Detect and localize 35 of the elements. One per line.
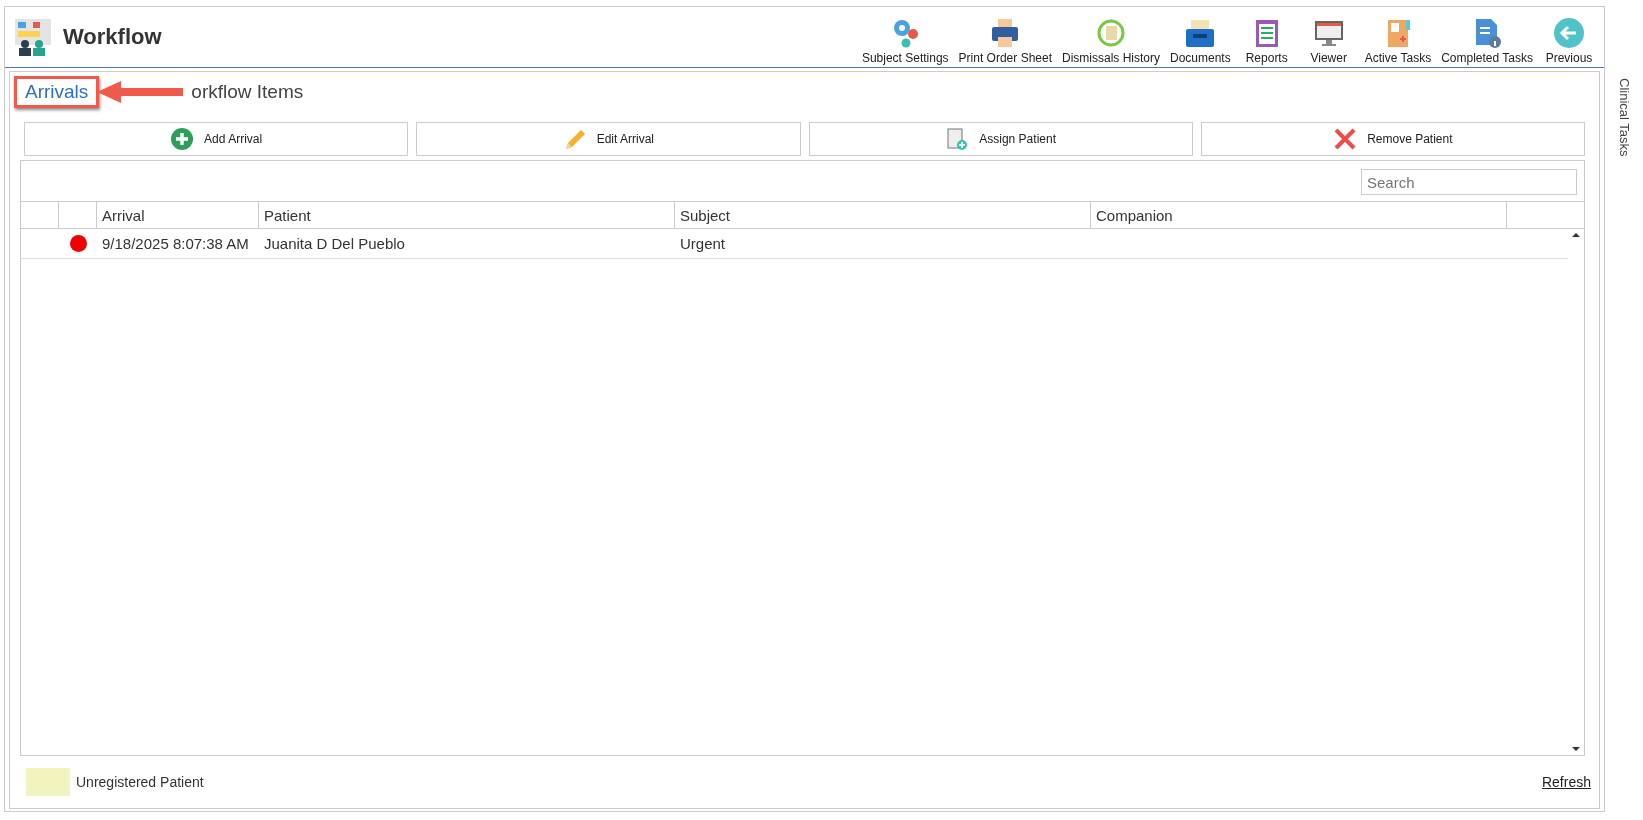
action-button[interactable]: Add Arrival [24,122,409,156]
tab[interactable]: orkflow Items [183,79,312,105]
table-cell: Urgent [680,235,726,252]
column-header[interactable]: Patient [259,202,675,228]
column-header[interactable]: Subject [675,202,1091,228]
toolbar-button[interactable]: Active Tasks [1361,15,1435,67]
column-header[interactable]: Arrival [97,202,259,228]
toolbar-button[interactable]: Subject Settings [858,15,952,67]
clipboard-plus-icon [945,127,970,151]
toolbar-button[interactable]: Reports [1237,15,1296,67]
scroll-down-icon[interactable] [1572,747,1580,751]
workflow-icon [13,17,53,57]
toolbar-button[interactable]: Viewer [1299,15,1358,67]
plus-icon [170,127,195,151]
app-title: Workflow [63,24,162,50]
toolbar-button[interactable]: Dismissals History [1059,15,1163,67]
column-header[interactable]: Companion [1091,202,1507,228]
toolbar-button[interactable]: Completed Tasks [1438,15,1536,67]
toolbar-button[interactable]: Documents [1167,15,1234,67]
search-field[interactable]: Search [1361,169,1577,195]
tab[interactable]: Arrivals [14,76,100,108]
history-icon [1095,17,1127,49]
toolbar-button[interactable]: Previous [1540,15,1598,67]
file-tray-icon [1184,17,1217,49]
cross-icon [1333,127,1358,151]
refresh-link[interactable]: Refresh [1541,774,1591,790]
legend-label: Unregistered Patient [76,774,204,790]
scroll-up-icon[interactable] [1572,233,1580,237]
table-cell: 9/18/2025 8:07:38 AM [102,235,249,252]
action-button[interactable]: Edit Arrival [416,122,801,156]
toolbar-button[interactable]: Print Order Sheet [955,15,1055,67]
action-button[interactable]: Assign Patient [808,122,1193,156]
table-cell: Juanita D Del Pueblo [264,235,405,252]
side-panel-tab[interactable]: Clinical Tasks [1616,78,1632,157]
action-button[interactable]: Remove Patient [1200,122,1585,156]
